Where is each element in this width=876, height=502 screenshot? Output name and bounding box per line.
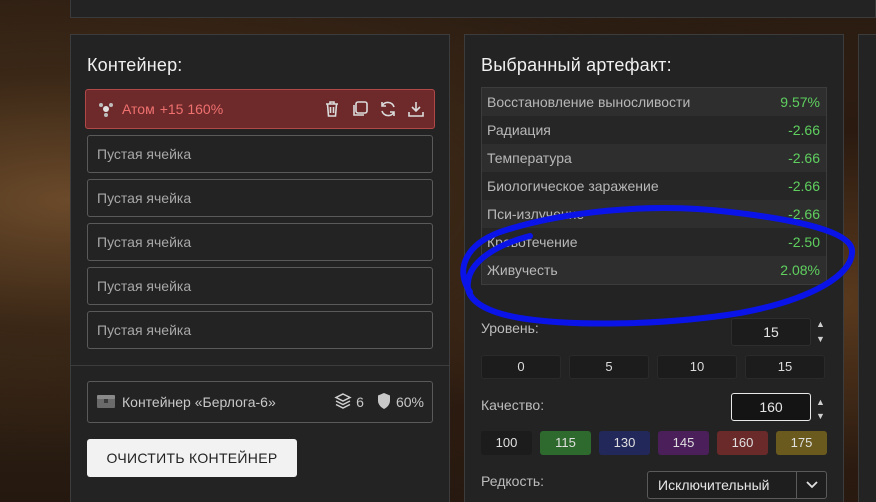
property-row: Пси-излучение -2.66 <box>482 200 826 228</box>
property-value: -2.50 <box>788 234 820 250</box>
level-increment-icon[interactable]: ▲ <box>816 319 826 329</box>
atom-icon <box>96 99 116 119</box>
property-value: 9.57% <box>780 94 820 110</box>
quality-preset-button[interactable]: 175 <box>776 431 827 455</box>
property-row: Живучесть 2.08% <box>482 256 826 284</box>
level-preset-button[interactable]: 15 <box>745 355 825 379</box>
quality-preset-button[interactable]: 115 <box>540 431 591 455</box>
property-value: -2.66 <box>788 178 820 194</box>
container-slot-empty[interactable]: Пустая ячейка <box>87 179 433 217</box>
property-name: Температура <box>487 150 572 166</box>
rarity-value: Исключительный <box>658 477 770 493</box>
property-row: Кровотечение -2.50 <box>482 228 826 256</box>
container-name: Контейнер «Берлога-6» <box>122 394 276 410</box>
container-panel-title: Контейнер: <box>87 55 183 75</box>
quality-label: Качество: <box>481 397 545 413</box>
property-name: Радиация <box>487 122 551 138</box>
quality-input[interactable]: 160 <box>731 393 811 421</box>
property-value: -2.66 <box>788 150 820 166</box>
property-row: Восстановление выносливости 9.57% <box>482 88 826 116</box>
level-decrement-icon[interactable]: ▼ <box>816 334 826 344</box>
quality-preset-button[interactable]: 145 <box>658 431 709 455</box>
shield-icon <box>376 392 392 413</box>
quality-preset-button[interactable]: 100 <box>481 431 532 455</box>
property-name: Кровотечение <box>487 234 578 250</box>
active-slot-detail: +15 160% <box>159 101 224 117</box>
property-row: Температура -2.66 <box>482 144 826 172</box>
artifact-properties-table: Восстановление выносливости 9.57% Радиаци… <box>481 87 827 285</box>
property-value: 2.08% <box>780 262 820 278</box>
level-preset-button[interactable]: 5 <box>569 355 649 379</box>
container-slot-empty[interactable]: Пустая ячейка <box>87 135 433 173</box>
quality-preset-button[interactable]: 130 <box>599 431 650 455</box>
level-input[interactable]: 15 <box>731 318 811 346</box>
rarity-select[interactable]: Исключительный <box>647 471 827 499</box>
container-selector[interactable]: Контейнер «Берлога-6» 6 60% <box>87 381 433 423</box>
layers-icon <box>334 392 352 413</box>
artifact-panel-title: Выбранный артефакт: <box>481 55 672 75</box>
active-slot-name: Атом <box>122 101 155 117</box>
chevron-down-icon[interactable] <box>796 472 826 498</box>
property-value: -2.66 <box>788 122 820 138</box>
rarity-label: Редкость: <box>481 473 545 489</box>
property-value: -2.66 <box>788 206 820 222</box>
property-name: Восстановление выносливости <box>487 94 691 110</box>
quality-increment-icon[interactable]: ▲ <box>816 397 826 407</box>
download-icon[interactable] <box>406 99 426 119</box>
property-name: Биологическое заражение <box>487 178 659 194</box>
container-slot-empty[interactable]: Пустая ячейка <box>87 267 433 305</box>
property-name: Пси-излучение <box>487 206 585 222</box>
trash-icon[interactable] <box>322 99 342 119</box>
artifact-panel: Выбранный артефакт: Восстановление вынос… <box>464 34 844 502</box>
quality-decrement-icon[interactable]: ▼ <box>816 411 826 421</box>
edge-panel <box>858 34 876 502</box>
quality-preset-button[interactable]: 160 <box>717 431 768 455</box>
divider <box>71 365 449 366</box>
container-protection: 60% <box>395 394 424 410</box>
container-slot-empty[interactable]: Пустая ячейка <box>87 311 433 349</box>
level-label: Уровень: <box>481 320 539 336</box>
container-chest-icon <box>96 392 116 413</box>
level-preset-button[interactable]: 10 <box>657 355 737 379</box>
property-row: Радиация -2.66 <box>482 116 826 144</box>
container-panel: Контейнер: Атом +15 160% Пустая ячейка П… <box>70 34 450 502</box>
container-slots-count: 6 <box>356 394 364 410</box>
property-name: Живучесть <box>487 262 558 278</box>
top-bar <box>70 0 876 18</box>
clear-container-button[interactable]: ОЧИСТИТЬ КОНТЕЙНЕР <box>87 439 297 477</box>
level-preset-button[interactable]: 0 <box>481 355 561 379</box>
container-slot-active[interactable]: Атом +15 160% <box>85 89 435 129</box>
copy-icon[interactable] <box>350 99 370 119</box>
refresh-icon[interactable] <box>378 99 398 119</box>
property-row: Биологическое заражение -2.66 <box>482 172 826 200</box>
container-slot-empty[interactable]: Пустая ячейка <box>87 223 433 261</box>
